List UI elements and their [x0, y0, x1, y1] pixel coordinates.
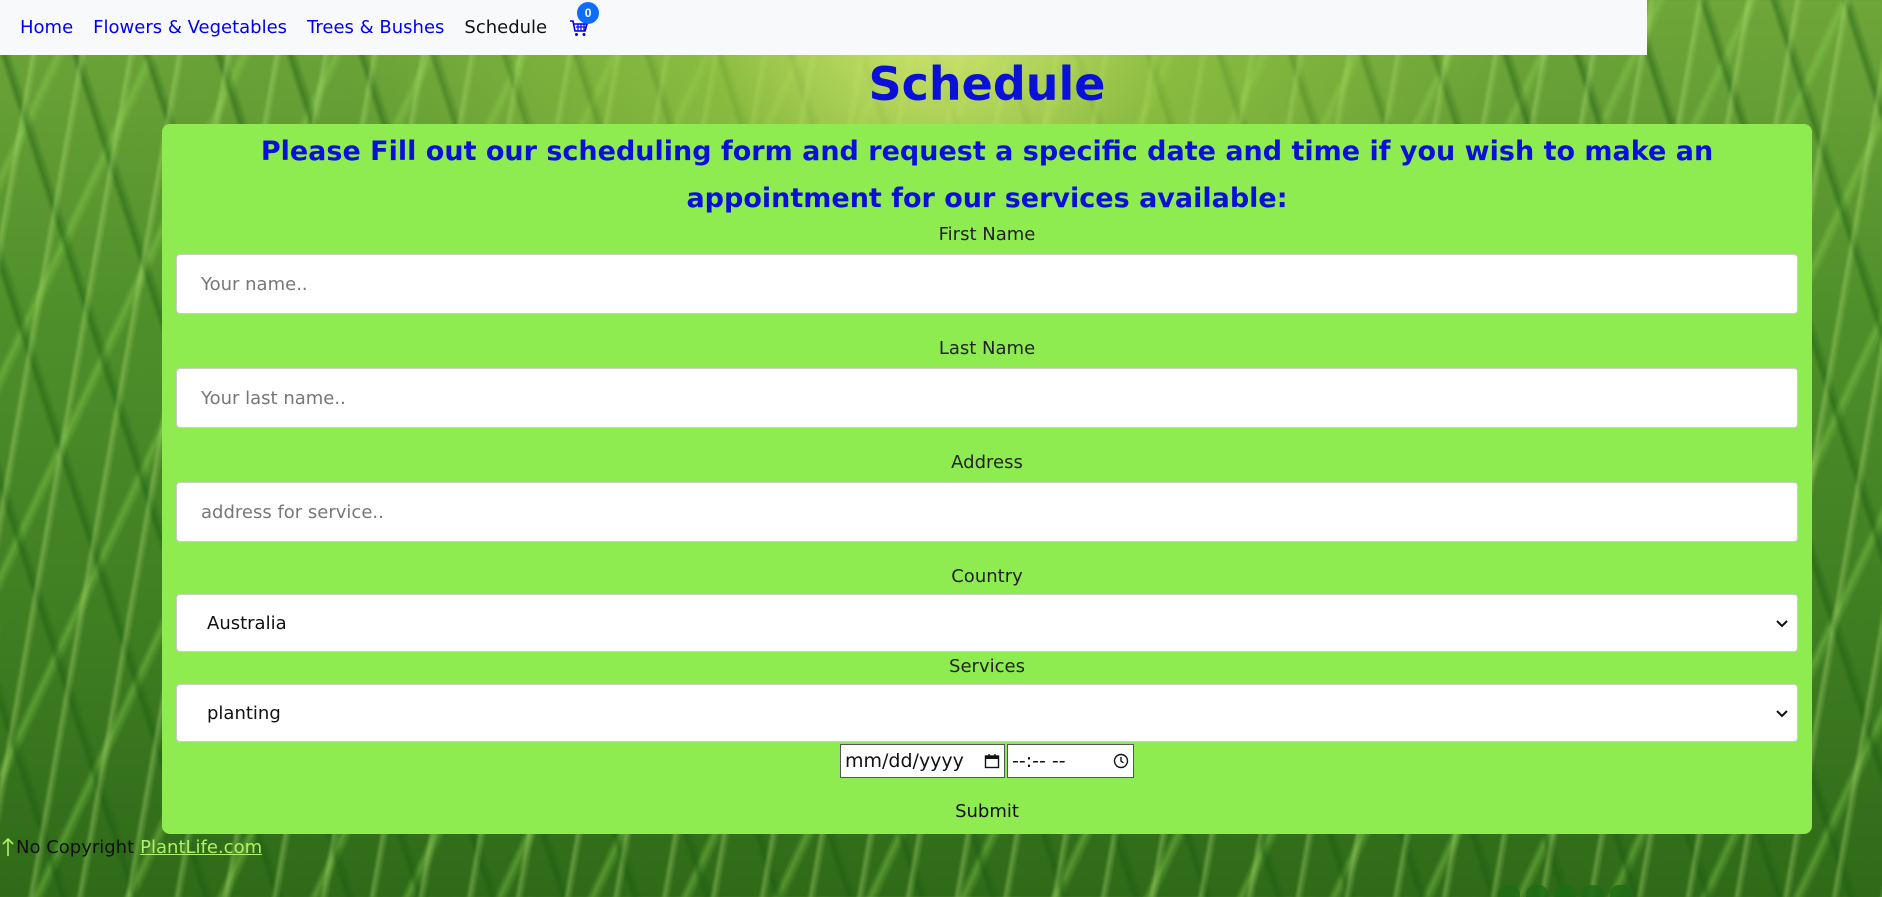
- social-icon[interactable]: [1610, 885, 1632, 897]
- shopping-cart-button[interactable]: 0: [567, 1, 600, 40]
- services-select-value: planting: [207, 702, 281, 724]
- date-input[interactable]: mm/dd/yyyy: [840, 744, 1005, 778]
- top-navbar: Home Flowers & Vegetables Trees & Bushes…: [0, 0, 1647, 55]
- cart-count-badge: 0: [577, 1, 600, 24]
- arrow-up-icon[interactable]: [0, 836, 16, 858]
- time-input-placeholder: --:-- --: [1012, 750, 1066, 772]
- services-label: Services: [949, 656, 1025, 677]
- nav-link-home[interactable]: Home: [20, 17, 73, 38]
- chevron-down-icon: [1776, 710, 1788, 718]
- date-time-row: mm/dd/yyyy --:-- --: [162, 744, 1812, 778]
- first-name-label: First Name: [938, 224, 1036, 245]
- chevron-down-icon: [1776, 620, 1788, 628]
- clock-icon[interactable]: [1113, 753, 1129, 769]
- schedule-form: Please Fill out our scheduling form and …: [162, 124, 1812, 834]
- social-icon[interactable]: [1526, 885, 1548, 897]
- first-name-input[interactable]: [176, 254, 1798, 314]
- nav-link-trees-bushes[interactable]: Trees & Bushes: [307, 17, 444, 38]
- services-select[interactable]: planting: [176, 684, 1798, 742]
- country-select-value: Australia: [207, 612, 287, 634]
- page-title: Schedule: [868, 57, 1106, 111]
- address-label: Address: [951, 452, 1023, 473]
- footer-copyright-text: No Copyright: [16, 836, 135, 858]
- nav-link-flowers-vegetables[interactable]: Flowers & Vegetables: [93, 17, 287, 38]
- social-icon[interactable]: [1582, 885, 1604, 897]
- time-input[interactable]: --:-- --: [1007, 744, 1134, 778]
- date-input-placeholder: mm/dd/yyyy: [845, 750, 964, 772]
- social-icons: [1498, 885, 1632, 897]
- submit-button[interactable]: Submit: [949, 800, 1025, 823]
- form-intro-text: Please Fill out our scheduling form and …: [260, 136, 1714, 214]
- country-label: Country: [951, 566, 1023, 587]
- last-name-input[interactable]: [176, 368, 1798, 428]
- country-select[interactable]: Australia: [176, 594, 1798, 652]
- calendar-icon[interactable]: [984, 753, 1000, 769]
- last-name-label: Last Name: [938, 338, 1036, 359]
- footer: No Copyright PlantLife.com: [0, 836, 262, 858]
- address-input[interactable]: [176, 482, 1798, 542]
- nav-link-schedule[interactable]: Schedule: [464, 17, 547, 38]
- footer-site-link[interactable]: PlantLife.com: [140, 837, 262, 858]
- social-icon[interactable]: [1498, 885, 1520, 897]
- social-icon[interactable]: [1554, 885, 1576, 897]
